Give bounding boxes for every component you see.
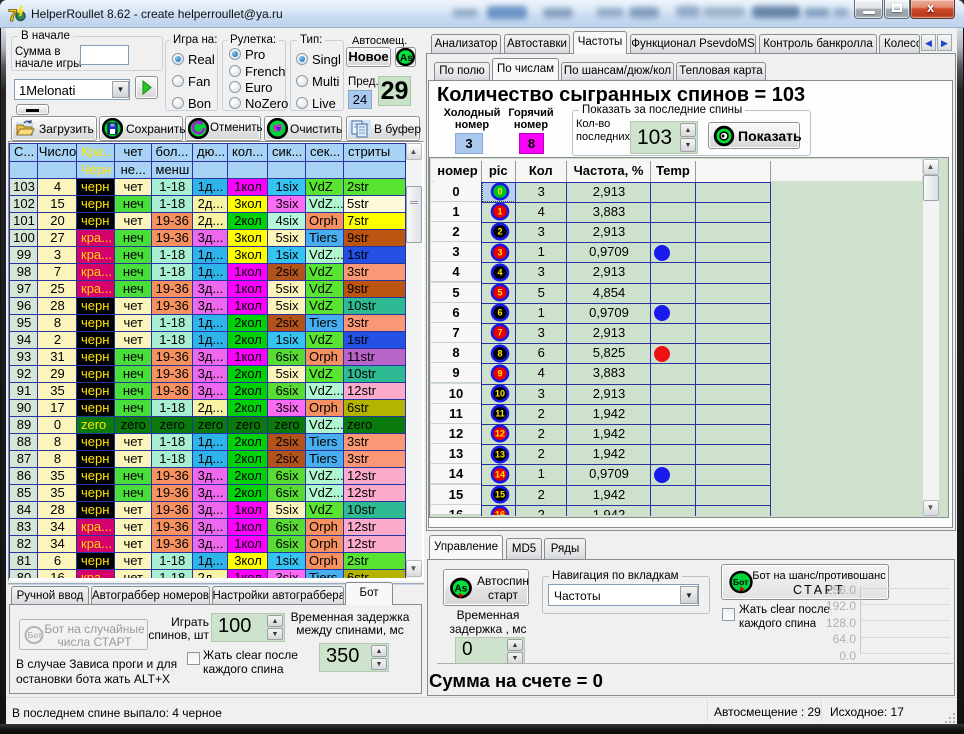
svg-text:2: 2 <box>497 227 502 237</box>
svg-text:6: 6 <box>497 308 502 318</box>
svg-text:15: 15 <box>495 490 505 500</box>
svg-text:1: 1 <box>497 207 502 217</box>
svg-text:As: As <box>455 584 468 595</box>
svg-text:5: 5 <box>497 288 502 298</box>
svg-text:12: 12 <box>495 429 505 439</box>
svg-text:16: 16 <box>495 510 505 516</box>
svg-text:13: 13 <box>495 449 505 459</box>
svg-text:0: 0 <box>497 187 502 197</box>
svg-text:Бот: Бот <box>733 577 748 587</box>
svg-text:3: 3 <box>497 247 502 257</box>
svg-text:10: 10 <box>495 389 505 399</box>
svg-text:4: 4 <box>497 267 502 277</box>
svg-text:Бот: Бот <box>28 631 42 640</box>
svg-text:9: 9 <box>497 368 502 378</box>
svg-text:7: 7 <box>497 328 502 338</box>
svg-text:11: 11 <box>495 409 505 419</box>
svg-text:As: As <box>400 53 413 64</box>
svg-text:8: 8 <box>497 348 502 358</box>
svg-text:14: 14 <box>495 469 505 479</box>
